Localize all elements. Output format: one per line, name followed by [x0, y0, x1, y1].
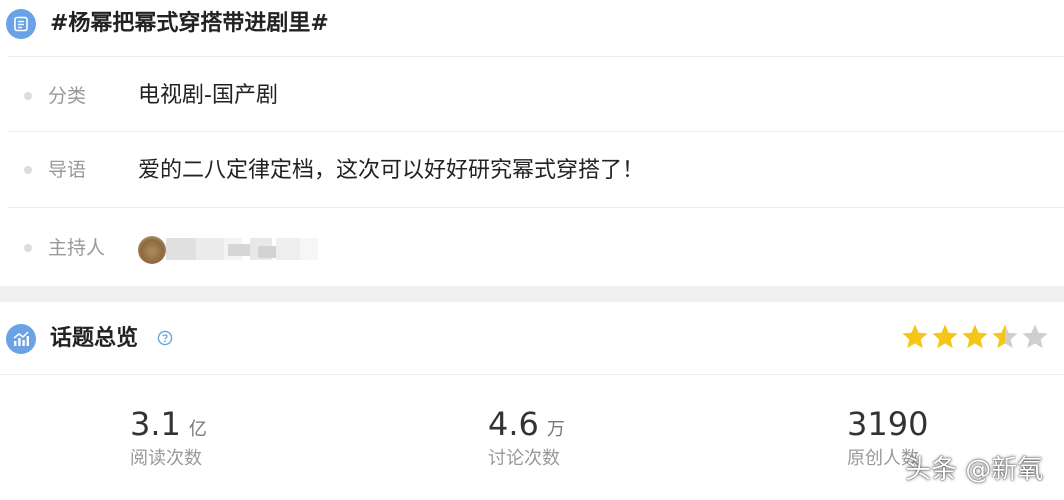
topic-title[interactable]: #杨幂把幂式穿搭带进剧里#	[50, 8, 329, 40]
divider	[8, 131, 1064, 132]
watermark: 头条 @新氧	[905, 455, 1044, 485]
info-row-category: 分类 电视剧-国产剧	[0, 66, 1064, 126]
bullet-dot	[24, 244, 32, 252]
stat-value: 4.6	[488, 405, 539, 443]
star-icon-full	[932, 324, 958, 349]
info-row-intro: 导语 爱的二八定律定档，这次可以好好研究幂式穿搭了！	[0, 140, 1064, 200]
stat-unit: 万	[546, 419, 565, 440]
category-label: 分类	[48, 85, 87, 107]
divider	[8, 56, 1064, 57]
question-circle-icon[interactable]	[157, 330, 173, 346]
stat-reads: 3.1 亿 阅读次数	[130, 404, 207, 472]
star-icon-empty	[1022, 324, 1048, 349]
bullet-dot	[24, 92, 32, 100]
overview-title: 话题总览	[50, 326, 139, 351]
stat-discussions: 4.6 万 讨论次数	[488, 404, 565, 472]
star-icon-full	[962, 324, 988, 349]
star-icon-half	[992, 324, 1018, 349]
stat-label: 讨论次数	[488, 448, 560, 469]
intro-value: 爱的二八定律定档，这次可以好好研究幂式穿搭了！	[138, 158, 645, 183]
intro-label: 导语	[48, 159, 87, 181]
stat-value: 3190	[847, 405, 929, 443]
category-value[interactable]: 电视剧-国产剧	[138, 81, 278, 111]
bullet-dot	[24, 166, 32, 174]
stat-label: 阅读次数	[130, 448, 202, 469]
divider	[0, 374, 1064, 375]
rating-stars	[900, 322, 1050, 354]
divider	[8, 207, 1064, 208]
list-doc-icon	[6, 9, 36, 39]
stat-value: 3.1	[130, 405, 181, 443]
chart-icon	[6, 324, 36, 354]
star-icon-full	[902, 324, 928, 349]
stat-unit: 亿	[188, 419, 207, 440]
section-separator	[0, 286, 1064, 302]
avatar[interactable]	[138, 236, 166, 264]
host-label: 主持人	[48, 237, 106, 259]
